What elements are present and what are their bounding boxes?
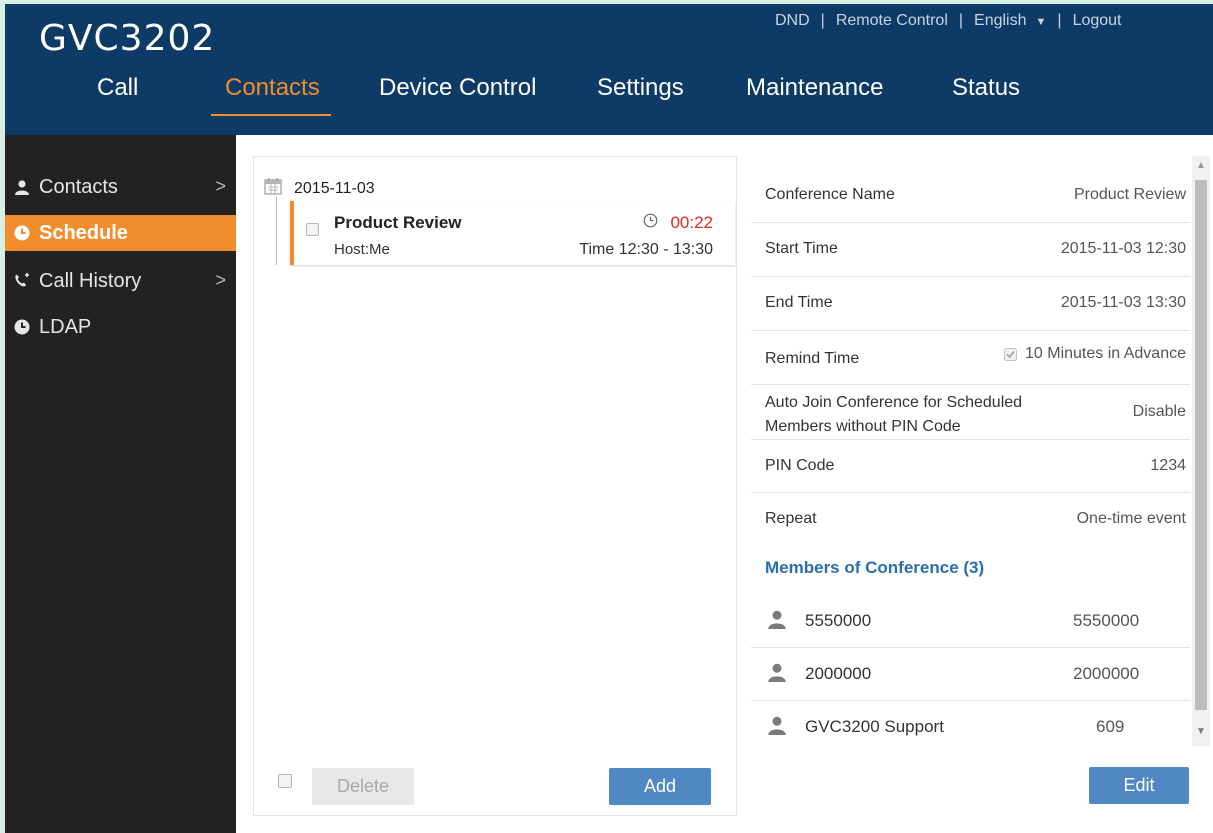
detail-row-pin-code: PIN Code 1234 — [751, 440, 1190, 493]
sidebar-item-label: Schedule — [39, 221, 128, 244]
member-number: 609 — [1096, 717, 1125, 736]
edit-button[interactable]: Edit — [1089, 767, 1189, 804]
delete-button[interactable]: Delete — [312, 768, 414, 805]
remote-control-link[interactable]: Remote Control — [836, 12, 948, 30]
chevron-right-icon: > — [215, 176, 226, 196]
active-tab-underline — [211, 114, 331, 116]
detail-value: One-time event — [1076, 510, 1186, 527]
detail-value: 1234 — [1150, 457, 1186, 474]
separator: | — [958, 12, 964, 29]
calendar-icon — [264, 177, 282, 200]
person-icon — [767, 609, 787, 634]
chevron-right-icon: > — [215, 270, 226, 290]
nav-call[interactable]: Call — [97, 74, 138, 102]
member-number: 2000000 — [1073, 664, 1140, 683]
clock-icon — [5, 225, 39, 241]
sidebar-item-ldap[interactable]: LDAP — [5, 309, 236, 345]
detail-label-line: Members without PIN Code — [765, 418, 961, 435]
member-name: 5550000 — [805, 611, 872, 630]
sidebar-item-schedule[interactable]: Schedule — [5, 215, 236, 251]
schedule-event-item[interactable]: Product Review Host:Me 00:22 Time 12:30 … — [290, 201, 735, 265]
nav-contacts[interactable]: Contacts — [225, 74, 320, 102]
clock-icon — [5, 319, 39, 335]
member-row[interactable]: 5550000 5550000 — [751, 595, 1190, 648]
remind-time-value: 10 Minutes in Advance — [1004, 345, 1186, 363]
separator: | — [820, 12, 825, 29]
schedule-date: 2015-11-03 — [294, 179, 375, 197]
detail-label: End Time — [765, 294, 833, 311]
detail-value: 2015-11-03 12:30 — [1060, 240, 1186, 257]
details-scrollbar[interactable]: ▲ ▼ — [1192, 156, 1210, 746]
dnd-link[interactable]: DND — [775, 12, 810, 30]
scroll-thumb[interactable] — [1195, 180, 1207, 710]
tree-connector — [276, 197, 277, 265]
detail-label-line: Auto Join Conference for Scheduled — [765, 394, 1023, 411]
main-nav: Call Contacts Device Control Settings Ma… — [5, 74, 1213, 118]
event-countdown: 00:22 — [643, 213, 713, 233]
sidebar-item-label: Call History — [39, 269, 142, 292]
detail-row-repeat: Repeat One-time event — [751, 493, 1190, 546]
member-name: 2000000 — [805, 664, 872, 683]
detail-value: Disable — [1132, 403, 1186, 420]
detail-label: PIN Code — [765, 457, 835, 474]
nav-settings[interactable]: Settings — [597, 74, 684, 102]
sidebar: Contacts > Schedule Call History > LDAP — [5, 135, 236, 833]
detail-value: 2015-11-03 13:30 — [1060, 294, 1186, 311]
detail-row-start-time: Start Time 2015-11-03 12:30 — [751, 223, 1190, 277]
sidebar-item-label: Contacts — [39, 175, 118, 198]
date-group-header: 2015-11-03 — [264, 177, 375, 200]
event-select-checkbox[interactable] — [306, 223, 319, 241]
select-all-checkbox[interactable] — [278, 774, 292, 793]
detail-row-auto-join: Auto Join Conference for Scheduled Membe… — [751, 385, 1190, 440]
separator: | — [1057, 12, 1062, 29]
top-links: DND | Remote Control | English ▼ | Logout — [775, 12, 1122, 30]
member-number: 5550000 — [1073, 611, 1140, 630]
event-host: Host:Me — [334, 241, 390, 258]
member-row[interactable]: GVC3200 Support 609 — [751, 701, 1190, 754]
person-icon — [5, 179, 39, 195]
member-row[interactable]: 2000000 2000000 — [751, 648, 1190, 701]
member-name: GVC3200 Support — [805, 717, 944, 736]
detail-row-end-time: End Time 2015-11-03 13:30 — [751, 277, 1190, 331]
add-button[interactable]: Add — [609, 768, 711, 805]
language-select[interactable]: English ▼ — [974, 12, 1046, 30]
detail-label: Start Time — [765, 240, 838, 257]
event-title: Product Review — [334, 213, 462, 232]
detail-label: Conference Name — [765, 186, 895, 203]
scroll-up-arrow-icon[interactable]: ▲ — [1196, 160, 1206, 171]
person-icon — [767, 715, 787, 740]
conference-details-panel: Conference Name Product Review Start Tim… — [737, 156, 1213, 816]
app-window: GVC3202 DND | Remote Control | English ▼ … — [5, 4, 1213, 833]
nav-status[interactable]: Status — [952, 74, 1020, 102]
remind-checkbox[interactable] — [1004, 347, 1017, 361]
language-label: English — [974, 12, 1027, 29]
header-bar: GVC3202 DND | Remote Control | English ▼ … — [5, 4, 1213, 135]
caret-down-icon: ▼ — [1035, 16, 1047, 28]
sidebar-item-contacts[interactable]: Contacts > — [5, 169, 236, 205]
event-time: Time 12:30 - 13:30 — [579, 241, 713, 258]
members-section-title: Members of Conference (3) — [765, 558, 985, 577]
schedule-list-panel: 2015-11-03 Product Review Host:Me 00:22 … — [253, 156, 737, 816]
device-logo: GVC3202 — [39, 18, 216, 59]
countdown-value: 00:22 — [670, 213, 713, 232]
scroll-down-arrow-icon[interactable]: ▼ — [1196, 726, 1206, 737]
detail-label: Repeat — [765, 510, 817, 527]
nav-maintenance[interactable]: Maintenance — [746, 74, 883, 102]
detail-label: Remind Time — [765, 350, 860, 367]
detail-value: 10 Minutes in Advance — [1025, 345, 1186, 362]
sidebar-item-label: LDAP — [39, 315, 92, 338]
nav-device-control[interactable]: Device Control — [379, 74, 536, 102]
clock-outline-icon — [643, 213, 658, 233]
sidebar-item-call-history[interactable]: Call History > — [5, 263, 236, 299]
person-icon — [767, 662, 787, 687]
logout-link[interactable]: Logout — [1073, 12, 1122, 30]
detail-row-conference-name: Conference Name Product Review — [751, 170, 1190, 223]
detail-label: Auto Join Conference for Scheduled Membe… — [765, 391, 1022, 439]
detail-value: Product Review — [1073, 186, 1186, 203]
detail-row-remind-time: Remind Time 10 Minutes in Advance — [751, 331, 1190, 385]
phone-icon — [5, 273, 39, 289]
